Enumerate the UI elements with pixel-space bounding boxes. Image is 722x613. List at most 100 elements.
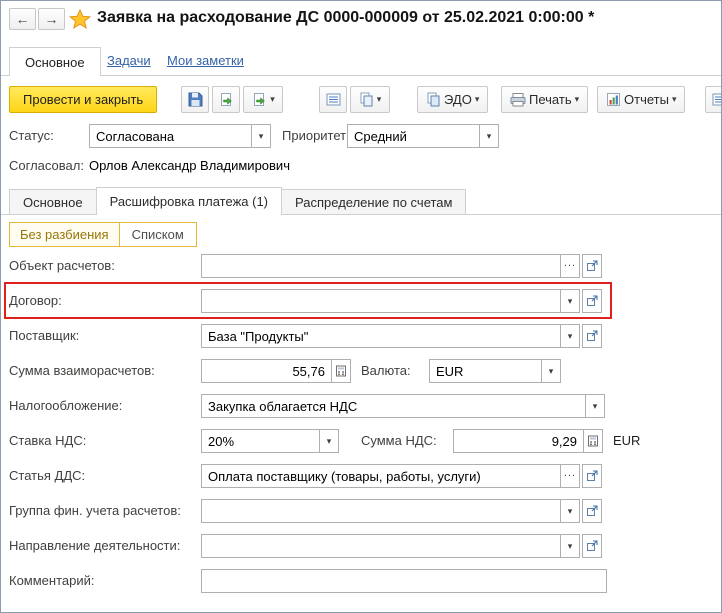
cash-flow-item-choose-button[interactable]: ... bbox=[560, 464, 580, 488]
tab-main[interactable]: Основное bbox=[9, 189, 97, 215]
cash-flow-item-field[interactable]: Оплата поставщику (товары, работы, услуг… bbox=[201, 464, 561, 488]
back-arrow-icon: ← bbox=[15, 11, 30, 27]
tab-account-distribution[interactable]: Распределение по счетам bbox=[281, 189, 467, 215]
comment-label: Комментарий: bbox=[9, 573, 95, 588]
post-document-icon bbox=[221, 92, 232, 106]
toggle-as-list-label: Списком bbox=[131, 227, 184, 242]
cash-flow-item-open-button[interactable] bbox=[582, 464, 602, 488]
supplier-open-button[interactable] bbox=[582, 324, 602, 348]
currency-dropdown-button[interactable]: ▾ bbox=[541, 359, 561, 383]
activity-open-button[interactable] bbox=[582, 534, 602, 558]
supplier-label: Поставщик: bbox=[9, 328, 80, 343]
vat-amount-calculator-button[interactable] bbox=[583, 429, 603, 453]
priority-value: Средний bbox=[354, 128, 407, 144]
dropdown-caret-icon: ▾ bbox=[270, 94, 275, 104]
dropdown-caret-icon: ▾ bbox=[486, 130, 492, 141]
post-and-close-button[interactable]: Провести и закрыть bbox=[9, 86, 158, 113]
post-document-button[interactable] bbox=[212, 86, 240, 113]
cash-flow-item-value: Оплата поставщику (товары, работы, услуг… bbox=[208, 468, 481, 484]
priority-dropdown-button[interactable]: ▾ bbox=[479, 124, 499, 148]
vat-rate-label: Ставка НДС: bbox=[9, 433, 87, 448]
tab-account-distribution-label: Распределение по счетам bbox=[295, 194, 453, 210]
approved-by-label: Согласовал: bbox=[9, 158, 84, 173]
fin-group-label: Группа фин. учета расчетов: bbox=[9, 503, 181, 518]
tab-main-label: Основное bbox=[23, 194, 83, 210]
contract-open-button[interactable] bbox=[582, 289, 602, 313]
tab-payment-details-label: Расшифровка платежа (1) bbox=[109, 194, 269, 209]
fin-group-field[interactable] bbox=[201, 499, 561, 523]
printer-icon bbox=[510, 92, 526, 106]
toolbar-more-button[interactable] bbox=[705, 86, 721, 113]
contract-label: Договор: bbox=[9, 293, 62, 308]
edo-button[interactable]: ЭДО ▾ bbox=[417, 86, 489, 113]
edo-documents-icon bbox=[427, 92, 440, 107]
status-field[interactable]: Согласована bbox=[89, 124, 252, 148]
settlement-object-field[interactable] bbox=[201, 254, 561, 278]
dropdown-caret-icon: ▾ bbox=[592, 400, 598, 411]
taxation-field[interactable]: Закупка облагается НДС bbox=[201, 394, 586, 418]
favorites-star-button[interactable] bbox=[68, 8, 92, 30]
currency-label: Валюта: bbox=[361, 363, 411, 378]
back-button[interactable]: ← bbox=[9, 8, 36, 30]
reports-button[interactable]: Отчеты ▾ bbox=[597, 86, 686, 113]
settlement-object-choose-button[interactable]: ... bbox=[560, 254, 580, 278]
tab-payment-details[interactable]: Расшифровка платежа (1) bbox=[95, 187, 283, 215]
ellipsis-icon: ... bbox=[563, 256, 577, 269]
fin-group-open-button[interactable] bbox=[582, 499, 602, 523]
dropdown-caret-icon: ▾ bbox=[671, 94, 677, 104]
dropdown-caret-icon: ▾ bbox=[567, 540, 573, 551]
nav-tab-main[interactable]: Основное bbox=[9, 47, 101, 76]
settlement-object-open-button[interactable] bbox=[582, 254, 602, 278]
priority-label: Приоритет: bbox=[282, 128, 350, 143]
approved-by-value: Орлов Александр Владимирович bbox=[89, 158, 290, 173]
amount-value: 55,76 bbox=[292, 363, 325, 379]
save-button[interactable] bbox=[181, 86, 209, 113]
calculator-icon bbox=[588, 435, 598, 447]
supplier-field[interactable]: База "Продукты" bbox=[201, 324, 561, 348]
nav-link-tasks[interactable]: Задачи bbox=[107, 53, 151, 68]
fin-group-dropdown-button[interactable]: ▾ bbox=[560, 499, 580, 523]
show-in-list-button[interactable] bbox=[319, 86, 347, 113]
taxation-dropdown-button[interactable]: ▾ bbox=[585, 394, 605, 418]
copy-dropdown-button[interactable]: ▾ bbox=[350, 86, 390, 113]
cash-flow-item-label: Статья ДДС: bbox=[9, 468, 86, 483]
report-chart-icon bbox=[607, 93, 620, 106]
nav-link-notes[interactable]: Мои заметки bbox=[167, 53, 244, 68]
activity-label: Направление деятельности: bbox=[9, 538, 181, 553]
edo-label: ЭДО bbox=[444, 92, 472, 107]
dropdown-caret-icon: ▾ bbox=[574, 94, 580, 104]
dropdown-caret-icon: ▾ bbox=[548, 365, 554, 376]
status-label: Статус: bbox=[9, 128, 54, 143]
calculator-icon bbox=[336, 365, 346, 377]
amount-calculator-button[interactable] bbox=[331, 359, 351, 383]
vat-amount-field[interactable]: 9,29 bbox=[453, 429, 584, 453]
page-title: Заявка на расходование ДС 0000-000009 от… bbox=[97, 9, 595, 26]
dropdown-caret-icon: ▾ bbox=[567, 505, 573, 516]
forward-arrow-icon: → bbox=[44, 11, 59, 27]
contract-dropdown-button[interactable]: ▾ bbox=[560, 289, 580, 313]
activity-field[interactable] bbox=[201, 534, 561, 558]
print-label: Печать bbox=[529, 92, 572, 107]
priority-field[interactable]: Средний bbox=[347, 124, 480, 148]
create-based-on-button[interactable]: ▾ bbox=[243, 86, 283, 113]
dropdown-caret-icon: ▾ bbox=[326, 435, 332, 446]
contract-field[interactable] bbox=[201, 289, 561, 313]
content-tabs: Основное Расшифровка платежа (1) Распред… bbox=[9, 187, 467, 215]
toggle-no-split-button[interactable]: Без разбиения bbox=[10, 223, 120, 246]
status-dropdown-button[interactable]: ▾ bbox=[251, 124, 271, 148]
open-icon bbox=[587, 470, 598, 481]
comment-field[interactable] bbox=[201, 569, 607, 593]
print-button[interactable]: Печать ▾ bbox=[501, 86, 589, 113]
reports-label: Отчеты bbox=[624, 92, 669, 107]
forward-button[interactable]: → bbox=[38, 8, 65, 30]
amount-field[interactable]: 55,76 bbox=[201, 359, 332, 383]
open-icon bbox=[587, 295, 598, 306]
dropdown-caret-icon: ▾ bbox=[567, 330, 573, 341]
vat-rate-dropdown-button[interactable]: ▾ bbox=[319, 429, 339, 453]
currency-field[interactable]: EUR bbox=[429, 359, 542, 383]
activity-dropdown-button[interactable]: ▾ bbox=[560, 534, 580, 558]
toggle-as-list-button[interactable]: Списком bbox=[119, 223, 196, 246]
document-window: ← → Заявка на расходование ДС 0000-00000… bbox=[0, 0, 722, 613]
supplier-dropdown-button[interactable]: ▾ bbox=[560, 324, 580, 348]
vat-rate-field[interactable]: 20% bbox=[201, 429, 320, 453]
